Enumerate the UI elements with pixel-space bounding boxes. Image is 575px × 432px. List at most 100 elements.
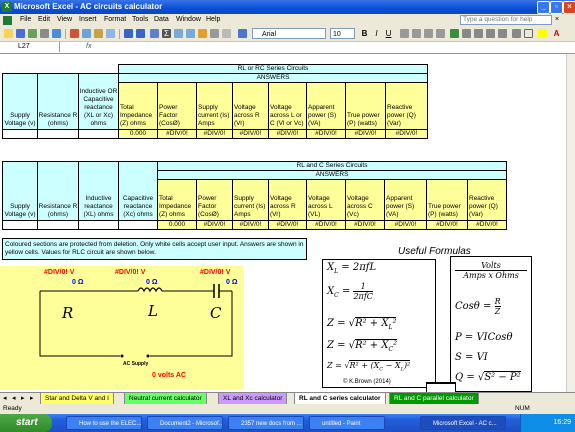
task-new-docs[interactable]: 2357 new docs from ... — [228, 416, 304, 430]
undo-icon[interactable] — [124, 29, 133, 38]
t2-input-capacitive-reactance[interactable] — [118, 220, 158, 230]
cut-icon[interactable] — [70, 29, 79, 38]
rlc-circuit-diagram: #DIV/0! V #DIV/0! V #DIV/0! V 0 Ω 0 Ω 0 … — [0, 266, 244, 390]
workbook-close-icon[interactable]: × — [555, 16, 559, 23]
menu-window[interactable]: Window — [176, 16, 201, 23]
format-painter-icon[interactable] — [106, 29, 115, 38]
close-button[interactable]: × — [563, 1, 575, 14]
drawing-icon[interactable] — [210, 29, 219, 38]
print-preview-icon[interactable] — [52, 29, 61, 38]
menu-bar: File Edit View Insert Format Tools Data … — [0, 14, 575, 28]
t1-value-supply-current: #DIV/0! — [196, 129, 233, 139]
t1-input-reactance[interactable] — [78, 129, 119, 139]
menu-edit[interactable]: Edit — [38, 16, 50, 23]
name-box[interactable]: L27 — [0, 42, 60, 52]
t2-value-impedance: 0.000 — [157, 220, 197, 230]
font-size-select[interactable]: 10 — [330, 28, 355, 39]
menu-view[interactable]: View — [57, 16, 72, 23]
vertical-scrollbar[interactable] — [566, 54, 575, 392]
t2-value-apparent-power: #DIV/0! — [384, 220, 427, 230]
formula-cos: Cosθ = RZ — [455, 297, 501, 316]
t1-header-supply-voltage: Supply Voltage (v) — [2, 73, 38, 130]
underline-icon[interactable]: U — [384, 29, 393, 38]
percent-icon[interactable] — [462, 29, 471, 38]
menu-insert[interactable]: Insert — [79, 16, 97, 23]
t2-header-voltage-l: Voltage across L (VL) — [306, 179, 346, 221]
currency-icon[interactable] — [450, 29, 459, 38]
redo-icon[interactable] — [136, 29, 145, 38]
merge-center-icon[interactable] — [436, 29, 445, 38]
borders-icon[interactable] — [524, 29, 533, 38]
menu-help[interactable]: Help — [206, 16, 220, 23]
font-select[interactable]: Arial — [252, 28, 326, 39]
t2-value-power-factor: #DIV/0! — [196, 220, 233, 230]
t2-input-supply-voltage[interactable] — [2, 220, 38, 230]
save-icon[interactable] — [16, 29, 25, 38]
open-icon[interactable] — [4, 29, 13, 38]
status-bar: Ready NUM — [0, 404, 575, 414]
align-left-icon[interactable] — [400, 29, 409, 38]
hyperlink-icon[interactable] — [150, 29, 159, 38]
worksheet[interactable]: RL or RC Series Circuits ANSWERS Supply … — [0, 54, 566, 392]
align-center-icon[interactable] — [412, 29, 421, 38]
task-paint[interactable]: untitled - Paint — [309, 416, 385, 430]
t1-header-reactive-power: Reactive power (Q) (Var) — [385, 82, 428, 130]
menu-file[interactable]: File — [20, 16, 31, 23]
autosum-icon[interactable]: Σ — [162, 29, 171, 38]
align-right-icon[interactable] — [424, 29, 433, 38]
tab-scroll-prev-icon[interactable]: ◂ — [12, 394, 16, 402]
t1-value-voltage-lc: #DIV/0! — [268, 129, 307, 139]
comma-icon[interactable] — [474, 29, 483, 38]
task-document2[interactable]: Document2 - Microsof... — [147, 416, 223, 430]
italic-icon[interactable]: I — [372, 29, 381, 38]
chart-wizard-icon[interactable] — [198, 29, 207, 38]
system-tray-clock[interactable]: 16:29 — [520, 414, 575, 432]
fill-color-icon[interactable] — [538, 29, 547, 38]
t1-input-supply-voltage[interactable] — [2, 129, 38, 139]
t1-input-resistance[interactable] — [37, 129, 79, 139]
t1-header-supply-current: Supply current (Is) Amps — [196, 82, 233, 130]
start-button[interactable]: start — [0, 414, 52, 432]
bold-icon[interactable]: B — [360, 29, 369, 38]
menu-data[interactable]: Data — [154, 16, 169, 23]
indent-icon[interactable] — [512, 29, 521, 38]
toolbar: Σ Arial 10 B I U A — [0, 27, 575, 42]
selected-cell[interactable] — [426, 382, 456, 392]
protection-note: Coloured sections are protected from del… — [2, 238, 307, 260]
t2-header-impedance: Total Impedance (Z) ohms — [157, 179, 197, 221]
sort-descending-icon[interactable] — [186, 29, 195, 38]
print-icon[interactable] — [40, 29, 49, 38]
task-elec-doc[interactable]: How to use the ELEC... — [66, 416, 142, 430]
t2-header-resistance: Resistance R (ohms) — [37, 161, 79, 221]
t2-value-true-power: #DIV/0! — [426, 220, 468, 230]
minimize-button[interactable]: _ — [537, 1, 550, 14]
workbook-icon[interactable] — [3, 16, 12, 25]
window-title: Microsoft Excel - AC circuits calculator — [14, 2, 163, 11]
sort-ascending-icon[interactable] — [174, 29, 183, 38]
help-icon[interactable] — [238, 29, 247, 38]
t2-input-resistance[interactable] — [37, 220, 79, 230]
copy-icon[interactable] — [82, 29, 91, 38]
zoom-icon[interactable] — [222, 29, 231, 38]
formula-box-power: Volts Amps x Ohms Cosθ = RZ P = VICosθ S … — [450, 256, 532, 392]
t2-header-power-factor: Power Factor (CosØ) — [196, 179, 233, 221]
formula-volts-amps: Volts Amps x Ohms — [455, 261, 527, 280]
t2-input-inductive-reactance[interactable] — [78, 220, 119, 230]
toolbar-separator — [119, 29, 120, 39]
font-color-icon[interactable]: A — [552, 29, 561, 38]
menu-format[interactable]: Format — [104, 16, 126, 23]
permission-icon[interactable] — [28, 29, 37, 38]
fx-icon[interactable]: fx — [86, 42, 91, 52]
menu-tools[interactable]: Tools — [132, 16, 148, 23]
increase-decimal-icon[interactable] — [486, 29, 495, 38]
title-bar: X Microsoft Excel - AC circuits calculat… — [0, 0, 575, 14]
help-search-input[interactable] — [460, 15, 552, 25]
task-excel[interactable]: Microsoft Excel - AC c... — [420, 416, 506, 430]
t2-value-reactive-power: #DIV/0! — [467, 220, 507, 230]
tab-scroll-last-icon[interactable]: ▸ — [30, 394, 34, 402]
decrease-decimal-icon[interactable] — [498, 29, 507, 38]
maximize-button[interactable]: ▫ — [550, 1, 563, 14]
paste-icon[interactable] — [94, 29, 103, 38]
tab-scroll-next-icon[interactable]: ▸ — [21, 394, 25, 402]
tab-scroll-first-icon[interactable]: ◂ — [3, 394, 7, 402]
